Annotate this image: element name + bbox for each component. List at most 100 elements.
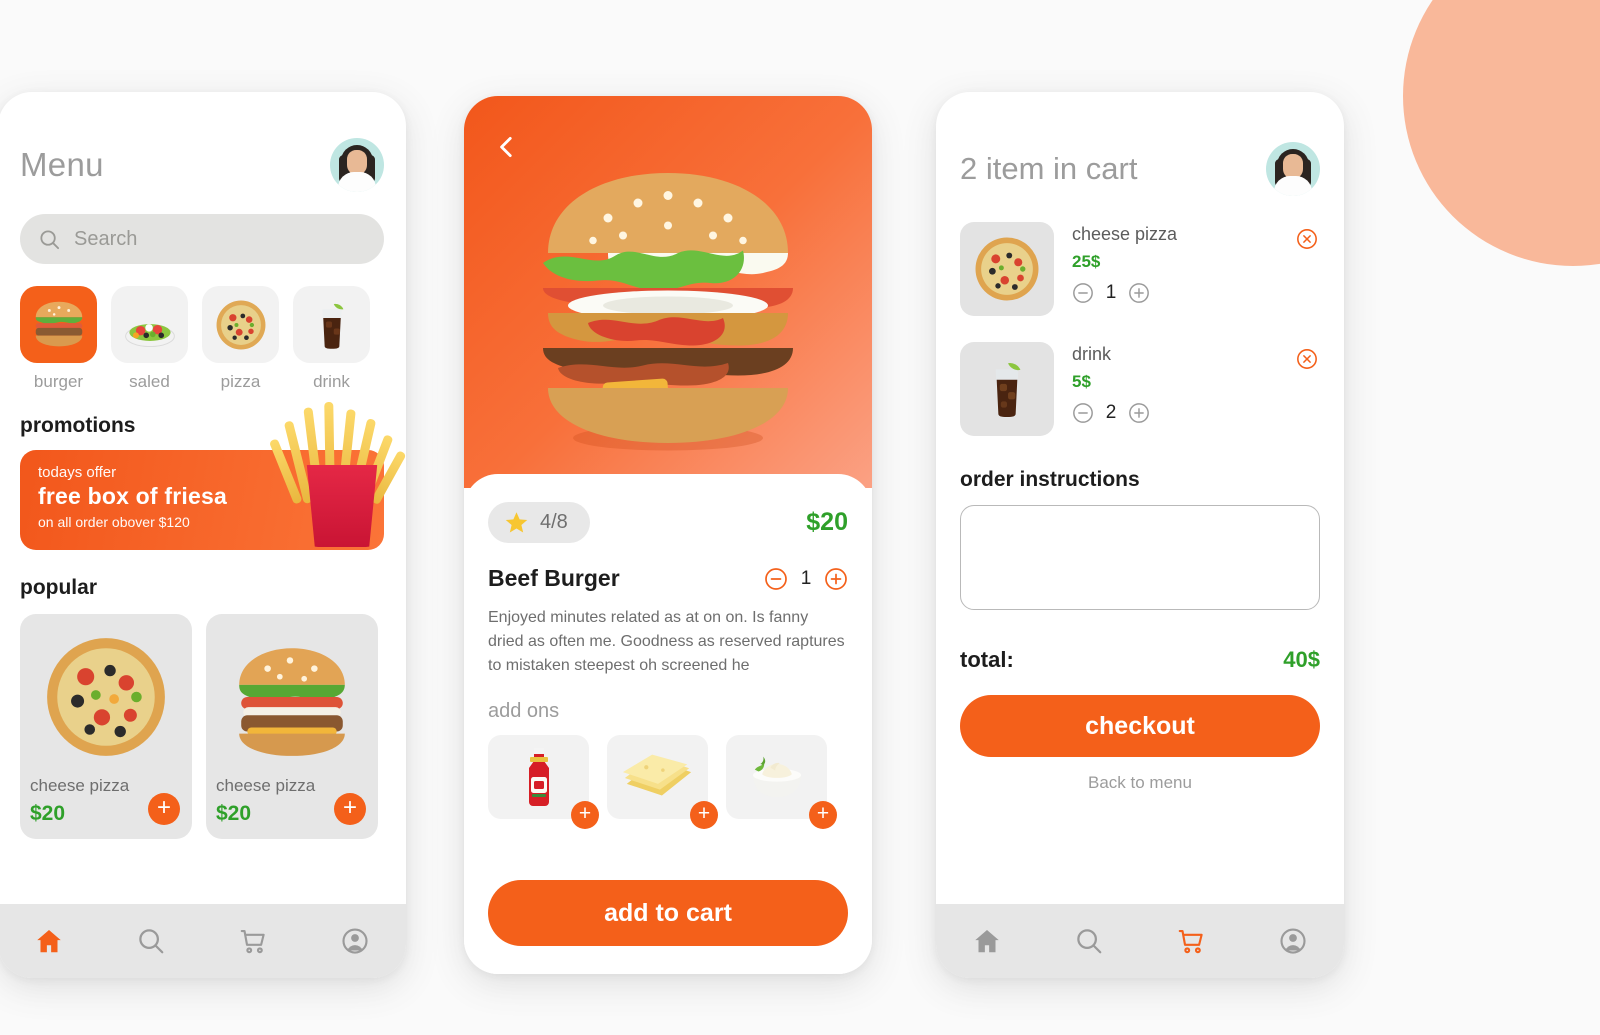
addon-ketchup[interactable]: + bbox=[488, 735, 599, 829]
search-icon bbox=[1077, 929, 1102, 954]
popular-title: popular bbox=[20, 576, 97, 599]
add-to-cart-button[interactable]: add to cart bbox=[488, 880, 848, 946]
search-input[interactable]: Search bbox=[20, 214, 384, 264]
popular-card-1[interactable]: cheese pizza $20 + bbox=[20, 614, 192, 839]
rating-row: 4/8 $20 bbox=[488, 502, 848, 543]
category-saled-tile[interactable] bbox=[111, 286, 188, 363]
order-instructions-input[interactable] bbox=[960, 505, 1320, 610]
menu-header: Menu bbox=[20, 138, 384, 192]
minus-icon[interactable] bbox=[764, 567, 788, 591]
addon-cheese-add-button[interactable]: + bbox=[690, 801, 718, 829]
nav-profile-button[interactable] bbox=[1267, 919, 1319, 963]
category-list: burger saled pizza drink bbox=[20, 286, 384, 392]
addon-mayo-add-button[interactable]: + bbox=[809, 801, 837, 829]
promo-banner[interactable]: todays offer free box of friesa on all o… bbox=[20, 401, 406, 550]
nav-search-button[interactable] bbox=[125, 919, 177, 963]
menu-screen-phone: Menu Search burger saled pizza drink pro… bbox=[0, 92, 406, 978]
avatar-shirt bbox=[338, 172, 376, 192]
avatar[interactable] bbox=[1266, 142, 1320, 196]
ketchup-bottle-icon bbox=[528, 748, 549, 806]
nav-search-button[interactable] bbox=[1063, 919, 1115, 963]
category-burger[interactable]: burger bbox=[20, 286, 97, 392]
cart-screen-body: 2 item in cart cheese pizza 25$ 1 drink … bbox=[936, 92, 1344, 978]
category-drink[interactable]: drink bbox=[293, 286, 370, 392]
home-icon bbox=[37, 930, 61, 953]
plus-icon[interactable] bbox=[1128, 282, 1150, 304]
popular-card-2[interactable]: cheese pizza $20 + bbox=[206, 614, 378, 839]
popular-card-2-image bbox=[216, 624, 368, 770]
search-placeholder: Search bbox=[74, 227, 138, 250]
close-circle-icon[interactable] bbox=[1296, 348, 1318, 370]
app-mockup-canvas: Menu Search burger saled pizza drink pro… bbox=[0, 0, 1600, 1035]
cart-item-2-info: drink 5$ 2 bbox=[1072, 342, 1320, 436]
back-to-menu-link[interactable]: Back to menu bbox=[960, 773, 1320, 793]
cheese-slices-icon bbox=[622, 754, 691, 796]
search-icon bbox=[139, 929, 164, 954]
nav-cart-button[interactable] bbox=[1165, 919, 1217, 963]
nav-home-button[interactable] bbox=[961, 919, 1013, 963]
cart-item-row: cheese pizza 25$ 1 bbox=[960, 222, 1320, 316]
cart-screen-phone: 2 item in cart cheese pizza 25$ 1 drink … bbox=[936, 92, 1344, 978]
category-pizza-tile[interactable] bbox=[202, 286, 279, 363]
minus-icon[interactable] bbox=[1072, 282, 1094, 304]
checkout-button[interactable]: checkout bbox=[960, 695, 1320, 757]
addon-mayo[interactable]: + bbox=[726, 735, 837, 829]
nav-home-button[interactable] bbox=[23, 919, 75, 963]
drink-icon bbox=[995, 363, 1021, 418]
cart-item-1-name: cheese pizza bbox=[1072, 224, 1178, 244]
cart-header: 2 item in cart bbox=[960, 142, 1320, 196]
cart-item-1-image bbox=[960, 222, 1054, 316]
cart-icon bbox=[1178, 929, 1203, 954]
cart-item-2-qty: 2 bbox=[1105, 402, 1117, 423]
cart-item-2-price: 5$ bbox=[1072, 372, 1091, 391]
cart-item-row: drink 5$ 2 bbox=[960, 342, 1320, 436]
cart-item-2-stepper: 2 bbox=[1072, 402, 1320, 424]
rating-badge: 4/8 bbox=[488, 502, 590, 543]
category-pizza[interactable]: pizza bbox=[202, 286, 279, 392]
avatar-shirt bbox=[1274, 176, 1312, 196]
nav-cart-button[interactable] bbox=[227, 919, 279, 963]
bottom-nav-cart bbox=[936, 904, 1344, 978]
quantity-stepper: 1 bbox=[764, 567, 848, 591]
total-value: 40$ bbox=[1283, 647, 1320, 672]
avatar[interactable] bbox=[330, 138, 384, 192]
chevron-left-icon[interactable] bbox=[494, 134, 520, 160]
total-label: total: bbox=[960, 647, 1014, 672]
addon-cheese[interactable]: + bbox=[607, 735, 718, 829]
star-icon bbox=[505, 512, 528, 533]
pizza-icon bbox=[47, 638, 165, 756]
cart-item-1-price: 25$ bbox=[1072, 252, 1101, 271]
item-name-row: Beef Burger 1 bbox=[488, 565, 848, 592]
item-description: Enjoyed minutes related as at on on. Is … bbox=[488, 609, 845, 674]
plus-icon[interactable] bbox=[824, 567, 848, 591]
category-saled[interactable]: saled bbox=[111, 286, 188, 392]
home-icon bbox=[975, 930, 999, 953]
salad-icon bbox=[124, 323, 175, 347]
decorative-circle bbox=[1403, 0, 1600, 266]
burger-icon bbox=[239, 648, 345, 756]
cart-item-2-name: drink bbox=[1072, 344, 1112, 364]
order-instructions-title: order instructions bbox=[960, 468, 1140, 491]
mayo-bowl-icon bbox=[752, 756, 801, 798]
cart-item-1-stepper: 1 bbox=[1072, 282, 1320, 304]
minus-icon[interactable] bbox=[1072, 402, 1094, 424]
addon-ketchup-add-button[interactable]: + bbox=[571, 801, 599, 829]
quantity-value: 1 bbox=[800, 567, 812, 589]
addons-list: + + + bbox=[488, 735, 848, 829]
cart-title: 2 item in cart bbox=[960, 151, 1138, 186]
total-row: total: 40$ bbox=[960, 647, 1320, 673]
category-saled-label: saled bbox=[129, 372, 170, 391]
close-circle-icon[interactable] bbox=[1296, 228, 1318, 250]
fries-icon bbox=[268, 401, 406, 547]
profile-icon bbox=[342, 928, 368, 954]
category-drink-tile[interactable] bbox=[293, 286, 370, 363]
pizza-icon bbox=[216, 300, 265, 349]
plus-icon[interactable] bbox=[1128, 402, 1150, 424]
category-burger-tile[interactable] bbox=[20, 286, 97, 363]
popular-card-2-add-button[interactable]: + bbox=[334, 793, 366, 825]
detail-screen-phone: 4/8 $20 Beef Burger 1 Enjoyed minutes re… bbox=[464, 96, 872, 974]
popular-card-1-add-button[interactable]: + bbox=[148, 793, 180, 825]
rating-value: 4/8 bbox=[540, 511, 568, 533]
profile-icon bbox=[1280, 928, 1306, 954]
nav-profile-button[interactable] bbox=[329, 919, 381, 963]
